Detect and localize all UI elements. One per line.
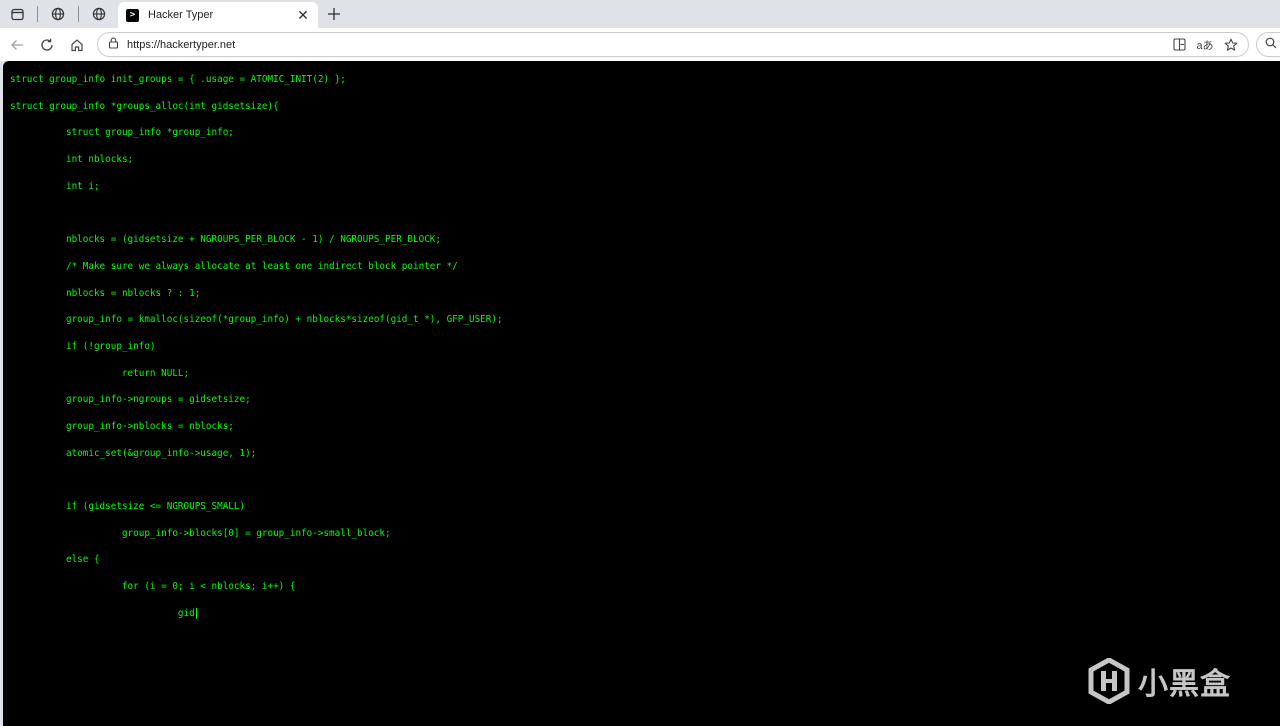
tab-strip: > Hacker Typer ✕ (0, 0, 1280, 28)
code-line: nblocks = (gidsetsize + NGROUPS_PER_BLOC… (10, 234, 441, 246)
lock-icon[interactable] (108, 36, 119, 54)
refresh-icon[interactable] (33, 31, 61, 59)
split-screen-icon[interactable] (1166, 34, 1192, 56)
star-icon[interactable] (1218, 34, 1244, 56)
back-arrow-icon[interactable] (3, 31, 31, 59)
code-line: group_info->nblocks = nblocks; (10, 420, 234, 432)
code-line: group_info->blocks[0] = group_info->smal… (10, 527, 391, 539)
code-line: atomic_set(&group_info->usage, 1); (10, 447, 257, 459)
code-line: return NULL; (10, 367, 190, 379)
search-box[interactable] (1256, 32, 1280, 57)
code-line: struct group_info init_groups = { .usage… (10, 74, 346, 85)
close-icon[interactable]: ✕ (296, 7, 310, 24)
code-line: if (gidsetsize <= NGROUPS_SMALL) (10, 501, 246, 512)
code-line: int nblocks; (10, 154, 134, 166)
code-line: nblocks = nblocks ? : 1; (10, 287, 201, 299)
heybox-logo-icon (1088, 658, 1130, 704)
code-line: gid (10, 607, 197, 619)
tab-title: Hacker Typer (148, 9, 214, 21)
code-line: int i; (10, 180, 100, 192)
tab-strip-divider (78, 6, 79, 22)
code-line: else { (10, 554, 100, 566)
home-icon[interactable] (63, 31, 91, 59)
tab-actions-icon[interactable] (3, 2, 31, 26)
code-line: /* Make sure we always allocate at least… (10, 260, 458, 272)
text-cursor (195, 607, 197, 619)
code-line: group_info = kmalloc(sizeof(*group_info)… (10, 314, 503, 326)
search-icon[interactable] (1265, 36, 1277, 54)
globe-icon[interactable] (85, 2, 113, 26)
tab-strip-divider (37, 6, 38, 22)
tab-hacker-typer[interactable]: > Hacker Typer ✕ (118, 2, 318, 28)
watermark: 小黑盒 (1088, 657, 1231, 705)
read-aloud-icon[interactable]: aあ (1192, 34, 1218, 56)
code-output: struct group_info init_groups = { .usage… (10, 67, 503, 627)
code-line: struct group_info *groups_alloc(int gids… (10, 100, 279, 112)
terminal-favicon-icon: > (126, 8, 139, 22)
code-line: struct group_info *group_info; (10, 127, 234, 139)
new-tab-button[interactable] (322, 2, 346, 26)
address-bar[interactable]: https://hackertyper.net aあ (97, 32, 1249, 57)
code-line: group_info->ngroups = gidsetsize; (10, 394, 251, 406)
url-text[interactable]: https://hackertyper.net (127, 39, 1166, 51)
watermark-text: 小黑盒 (1138, 667, 1231, 702)
code-line: for (i = 0; i < nblocks; i++) { (10, 581, 296, 593)
navigation-bar: https://hackertyper.net aあ (0, 28, 1280, 61)
code-line: if (!group_info) (10, 340, 156, 352)
hacker-typer-terminal[interactable]: struct group_info init_groups = { .usage… (3, 61, 1280, 726)
globe-icon[interactable] (44, 2, 72, 26)
